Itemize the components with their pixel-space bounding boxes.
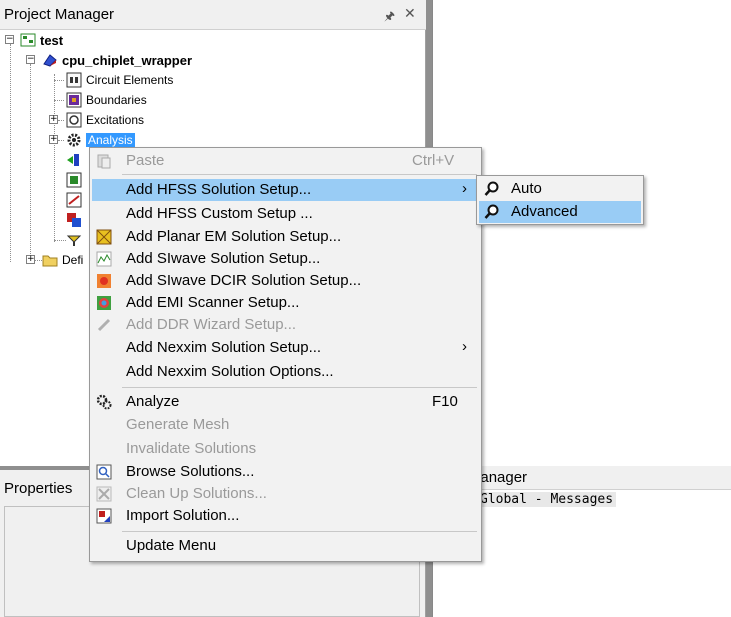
project-icon xyxy=(20,32,36,48)
menu-item-update[interactable]: Update Menu xyxy=(92,535,479,557)
properties-title: Properties xyxy=(4,480,73,497)
expander-definitions[interactable]: + xyxy=(26,255,35,264)
tree-design-label: cpu_chiplet_wrapper xyxy=(62,52,193,68)
circuit-elements-icon xyxy=(66,72,82,88)
siwave-icon xyxy=(96,251,112,267)
siwave-dcir-icon xyxy=(96,273,112,289)
hfss-setup-submenu: Auto Advanced xyxy=(476,175,644,225)
import-solution-icon xyxy=(96,508,112,524)
tree-item-hidden-2[interactable] xyxy=(66,170,86,190)
menu-item-add-ddr[interactable]: Add DDR Wizard Setup... xyxy=(92,314,479,336)
close-icon[interactable]: ✕ xyxy=(404,5,416,22)
menu-item-analyze[interactable]: Analyze F10 xyxy=(92,391,479,413)
menu-item-add-planar-em[interactable]: Add Planar EM Solution Setup... xyxy=(92,226,479,248)
context-menu: Paste Ctrl+V Add HFSS Solution Setup... … xyxy=(89,147,482,562)
planar-em-icon xyxy=(96,229,112,245)
expander-root[interactable]: − xyxy=(5,35,14,44)
port-icon xyxy=(66,152,82,168)
excitations-icon xyxy=(66,112,82,128)
menu-item-add-hfss-setup[interactable]: Add HFSS Solution Setup... › xyxy=(92,179,479,201)
browse-solutions-icon xyxy=(96,464,112,480)
tree-item-design[interactable]: cpu_chiplet_wrapper xyxy=(42,50,192,70)
expander-design[interactable]: − xyxy=(26,55,35,64)
menu-item-add-nexxim-setup[interactable]: Add Nexxim Solution Setup... › xyxy=(92,337,479,359)
tree-item-hidden-3[interactable] xyxy=(66,190,86,210)
boundaries-icon xyxy=(66,92,82,108)
message-line[interactable]: Global - Messages xyxy=(477,492,617,507)
magnifier-icon xyxy=(484,204,500,220)
tree-label: Defi xyxy=(62,253,84,267)
project-manager-title: Project Manager xyxy=(4,6,115,23)
menu-separator xyxy=(122,387,477,388)
tree-label: Circuit Elements xyxy=(86,73,174,87)
cleanup-icon xyxy=(96,486,112,502)
expander-excitations[interactable]: + xyxy=(49,115,58,124)
tree-item-circuit-elements[interactable]: Circuit Elements xyxy=(66,70,173,90)
menu-item-add-siwave[interactable]: Add SIwave Solution Setup... xyxy=(92,248,479,270)
menu-item-import[interactable]: Import Solution... xyxy=(92,505,479,527)
tree-item-excitations[interactable]: Excitations xyxy=(66,110,144,130)
wand-icon xyxy=(96,317,112,333)
menu-item-add-hfss-custom[interactable]: Add HFSS Custom Setup ... xyxy=(92,203,479,225)
tree-item-hidden-5[interactable] xyxy=(66,230,86,250)
tree-item-boundaries[interactable]: Boundaries xyxy=(66,90,147,110)
submenu-arrow-icon: › xyxy=(462,180,467,197)
design-icon xyxy=(42,52,58,68)
project-manager-titlebar: Project Manager xyxy=(0,0,426,30)
menu-separator xyxy=(122,174,477,175)
paste-icon xyxy=(96,153,112,169)
menu-item-invalidate[interactable]: Invalidate Solutions xyxy=(92,438,479,460)
menu-item-paste[interactable]: Paste Ctrl+V xyxy=(92,150,479,172)
chip-icon xyxy=(66,172,82,188)
optimetrics-icon xyxy=(66,232,82,248)
menu-item-browse[interactable]: Browse Solutions... xyxy=(92,461,479,483)
menu-separator xyxy=(122,531,477,532)
menu-item-add-emi[interactable]: Add EMI Scanner Setup... xyxy=(92,292,479,314)
emi-scanner-icon xyxy=(96,295,112,311)
tree-item-hidden-1[interactable] xyxy=(66,150,86,170)
layers-icon xyxy=(66,212,82,228)
menu-item-add-siwave-dcir[interactable]: Add SIwave DCIR Solution Setup... xyxy=(92,270,479,292)
folder-icon xyxy=(42,252,58,268)
tree-item-definitions[interactable]: Defi xyxy=(42,250,83,270)
pin-icon[interactable]: 🖈︎ xyxy=(384,7,395,28)
menu-item-add-nexxim-options[interactable]: Add Nexxim Solution Options... xyxy=(92,361,479,383)
magnifier-icon xyxy=(484,181,500,197)
tree-label: Boundaries xyxy=(86,93,147,107)
analyze-gear-icon xyxy=(96,394,112,410)
expander-analysis[interactable]: + xyxy=(49,135,58,144)
menu-item-cleanup[interactable]: Clean Up Solutions... xyxy=(92,483,479,505)
submenu-item-auto[interactable]: Auto xyxy=(479,178,641,200)
gear-icon xyxy=(66,132,82,148)
tree-item-hidden-4[interactable] xyxy=(66,210,86,230)
report-icon xyxy=(66,192,82,208)
submenu-arrow-icon: › xyxy=(462,338,467,355)
submenu-item-advanced[interactable]: Advanced xyxy=(479,201,641,223)
tree-label-selected: Analysis xyxy=(86,133,135,147)
menu-item-generate-mesh[interactable]: Generate Mesh xyxy=(92,414,479,436)
tree-label: Excitations xyxy=(86,113,145,127)
tree-root-label: test xyxy=(40,32,64,48)
tree-item-root[interactable]: test xyxy=(20,30,63,50)
